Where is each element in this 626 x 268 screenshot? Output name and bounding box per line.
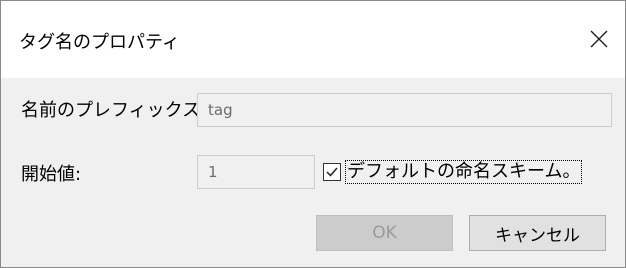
default-scheme-label: デフォルトの命名スキーム。: [345, 160, 583, 184]
default-scheme-checkbox[interactable]: [323, 163, 341, 181]
cancel-button[interactable]: キャンセル: [469, 215, 606, 251]
dialog-title: タグ名のプロパティ: [19, 32, 180, 53]
prefix-input[interactable]: tag: [197, 93, 612, 127]
checkmark-icon: [326, 167, 338, 177]
dialog-window: タグ名のプロパティ 名前のプレフィックス tag 開始値: 1 デフォルトの命名…: [0, 0, 626, 268]
start-value-label: 開始値:: [21, 164, 82, 185]
dialog-content: 名前のプレフィックス tag 開始値: 1 デフォルトの命名スキーム。 OK キ…: [1, 78, 625, 267]
title-bar: タグ名のプロパティ: [1, 1, 625, 78]
close-icon: [590, 30, 608, 48]
close-button[interactable]: [573, 15, 625, 63]
ok-button[interactable]: OK: [316, 215, 453, 251]
start-value-input[interactable]: 1: [197, 155, 315, 189]
default-scheme-option[interactable]: デフォルトの命名スキーム。: [323, 160, 583, 184]
prefix-label: 名前のプレフィックス: [21, 100, 201, 121]
